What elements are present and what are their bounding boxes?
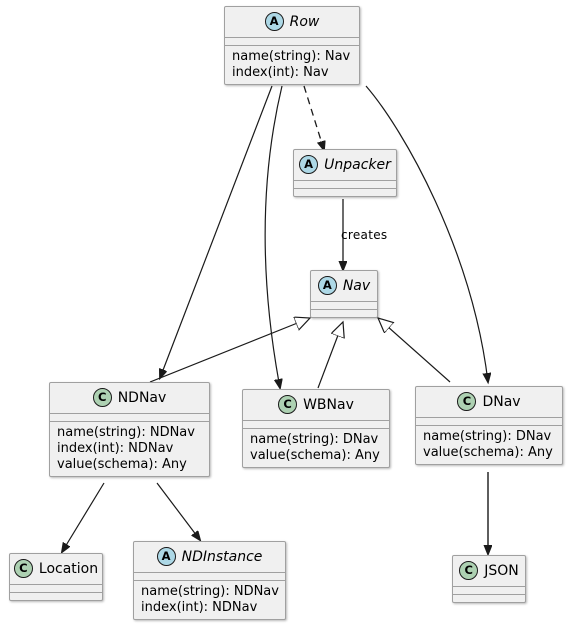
edge-row-to-wbnav xyxy=(264,85,282,388)
class-icon: C xyxy=(459,561,479,580)
class-compartment-empty-ndinstance xyxy=(134,573,285,581)
class-name-row: Row xyxy=(289,13,320,30)
class-header-row: A Row xyxy=(225,7,359,38)
edge-label-creates: creates xyxy=(341,228,388,242)
class-node-wbnav[interactable]: C WBNav name(string): DNav value(schema)… xyxy=(242,389,390,468)
attribute-item: index(int): NDNav xyxy=(141,600,258,615)
edge-wbnav-inherits-nav xyxy=(317,322,343,389)
attribute-item: index(int): NDNav xyxy=(57,441,174,456)
class-header-ndinstance: A NDInstance xyxy=(134,542,285,573)
edge-layer xyxy=(0,85,568,627)
class-compartment-empty-json-1 xyxy=(453,587,525,595)
class-node-ndinstance[interactable]: A NDInstance name(string): NDNav index(i… xyxy=(133,541,286,620)
class-compartment-empty-nav-2 xyxy=(311,310,377,317)
edge-ndnav-to-ndinstance xyxy=(156,482,200,540)
class-header-location: C Location xyxy=(10,554,102,585)
edge-ndnav-to-location xyxy=(62,482,105,552)
class-name-ndnav: NDNav xyxy=(117,389,167,406)
attribute-item: name(string): NDNav xyxy=(57,425,195,440)
edge-ndnav-inherits-nav xyxy=(149,318,310,383)
attribute-item: value(schema): Any xyxy=(250,448,380,463)
class-name-unpacker: Unpacker xyxy=(324,156,391,173)
class-attributes-row: name(string): Nav index(int): Nav xyxy=(225,46,359,84)
class-attributes-ndnav: name(string): NDNav index(int): NDNav va… xyxy=(50,422,209,476)
abstract-class-icon: A xyxy=(317,276,337,295)
class-icon: C xyxy=(13,559,33,578)
abstract-class-icon: A xyxy=(156,547,176,566)
class-compartment-empty-location-2 xyxy=(10,593,102,600)
attribute-item: value(schema): Any xyxy=(423,445,553,460)
class-attributes-ndinstance: name(string): NDNav index(int): NDNav xyxy=(134,581,285,619)
attribute-item: value(schema): Any xyxy=(57,457,187,472)
class-name-location: Location xyxy=(38,560,99,577)
class-compartment-empty-ndnav xyxy=(50,414,209,422)
class-compartment-empty-nav-1 xyxy=(311,302,377,310)
class-header-dnav: C DNav xyxy=(416,387,562,418)
class-attributes-dnav: name(string): DNav value(schema): Any xyxy=(416,426,562,464)
class-name-dnav: DNav xyxy=(482,393,521,410)
class-node-location[interactable]: C Location xyxy=(9,553,103,601)
class-node-json[interactable]: C JSON xyxy=(452,555,526,603)
attribute-item: name(string): NDNav xyxy=(141,584,279,599)
class-node-row[interactable]: A Row name(string): Nav index(int): Nav xyxy=(224,6,360,85)
abstract-class-icon: A xyxy=(299,155,319,174)
edge-row-to-unpacker xyxy=(303,85,324,150)
class-header-json: C JSON xyxy=(453,556,525,587)
abstract-class-icon: A xyxy=(264,12,284,31)
attribute-item: index(int): Nav xyxy=(232,65,329,80)
class-node-unpacker[interactable]: A Unpacker xyxy=(293,149,397,197)
class-header-wbnav: C WBNav xyxy=(243,390,389,421)
attribute-item: name(string): DNav xyxy=(423,429,552,444)
class-compartment-empty-wbnav xyxy=(243,421,389,429)
attribute-item: name(string): DNav xyxy=(250,432,379,447)
class-icon: C xyxy=(278,395,298,414)
class-compartment-empty-unpacker-2 xyxy=(294,189,396,196)
class-icon: C xyxy=(457,392,477,411)
class-compartment-empty-dnav xyxy=(416,418,562,426)
class-header-unpacker: A Unpacker xyxy=(294,150,396,181)
class-header-ndnav: C NDNav xyxy=(50,383,209,414)
class-compartment-empty-location-1 xyxy=(10,585,102,593)
class-node-nav[interactable]: A Nav xyxy=(310,270,378,318)
edge-dnav-inherits-nav xyxy=(378,318,451,383)
class-name-wbnav: WBNav xyxy=(303,396,354,413)
diagram-canvas: A Row name(string): Nav index(int): Nav … xyxy=(0,0,568,627)
class-header-nav: A Nav xyxy=(311,271,377,302)
edge-row-to-ndnav xyxy=(160,85,273,378)
class-name-ndinstance: NDInstance xyxy=(181,548,263,565)
class-name-nav: Nav xyxy=(342,277,371,294)
class-attributes-wbnav: name(string): DNav value(schema): Any xyxy=(243,429,389,467)
class-node-dnav[interactable]: C DNav name(string): DNav value(schema):… xyxy=(415,386,563,465)
attribute-item: name(string): Nav xyxy=(232,49,351,64)
class-node-ndnav[interactable]: C NDNav name(string): NDNav index(int): … xyxy=(49,382,210,477)
class-compartment-empty-unpacker-1 xyxy=(294,181,396,189)
class-compartment-empty-json-2 xyxy=(453,595,525,602)
class-icon: C xyxy=(92,388,112,407)
class-name-json: JSON xyxy=(484,562,519,579)
class-compartment-empty-row xyxy=(225,38,359,46)
